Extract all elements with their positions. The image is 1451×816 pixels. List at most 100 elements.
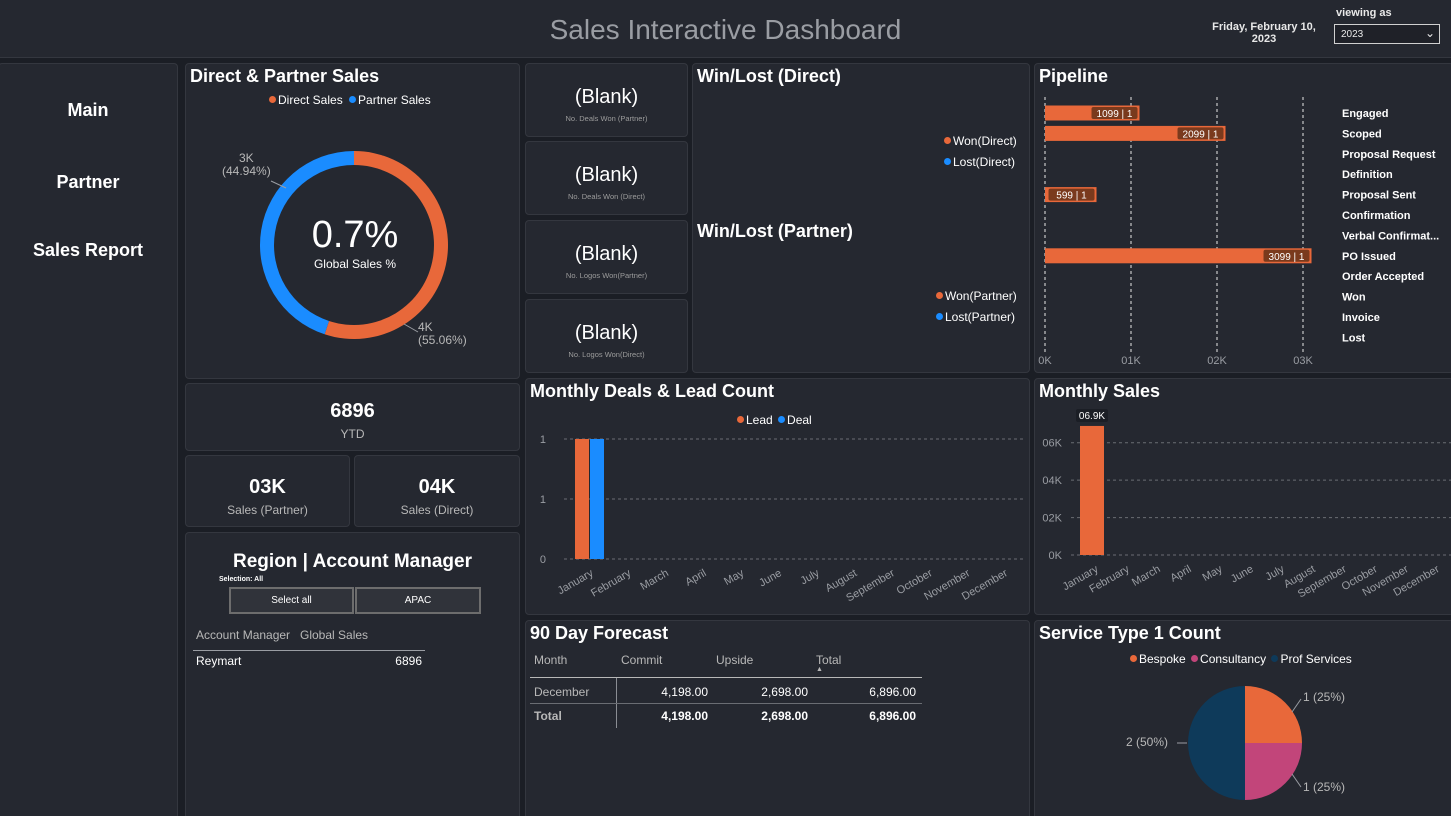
winlost-partner-legend: Won(Partner) Lost(Partner) <box>936 286 1017 328</box>
x-tick-label: March <box>638 567 670 593</box>
legend-dot-lost <box>936 313 943 321</box>
pie-slice-consultancy <box>1245 743 1302 800</box>
x-tick-label: 0K <box>1038 355 1052 367</box>
sales-partner-value: 03K <box>249 476 286 498</box>
card-value: (Blank) <box>574 243 639 265</box>
sales-direct-value: 04K <box>418 476 456 498</box>
legend-lost-direct: Lost(Direct) <box>953 155 1016 169</box>
x-tick-label: 03K <box>1293 355 1313 367</box>
table-row[interactable]: December 4,198.00 2,698.00 6,896.00 <box>526 679 926 703</box>
stage-label: Proposal Sent <box>1342 190 1416 202</box>
forecast-table: Month Commit Upside Total ▲ December 4,1… <box>526 621 1031 816</box>
stage-label: Definition <box>1342 169 1393 181</box>
sales-partner-card: 03K Sales (Partner) <box>185 455 350 527</box>
x-tick-label: April <box>683 567 708 588</box>
row-value: 6896 <box>395 654 422 668</box>
total-commit: 4,198.00 <box>661 709 708 723</box>
prof-services-slice-label: 2 (50%) <box>1126 735 1169 749</box>
apac-button[interactable]: APAC <box>355 587 481 614</box>
col-month[interactable]: Month <box>534 653 567 667</box>
table-row[interactable]: Reymart 6896 <box>196 654 424 670</box>
region-title: Region | Account Manager <box>233 551 472 572</box>
pie-slice-bespoke <box>1245 686 1302 743</box>
select-all-button[interactable]: Select all <box>229 587 354 614</box>
row-upside: 2,698.00 <box>761 685 808 699</box>
logos-won-direct-card: (Blank) No. Logos Won(Direct) <box>525 299 688 373</box>
nav-panel: Main Partner Sales Report <box>0 63 178 816</box>
ytd-label: YTD <box>340 427 365 441</box>
monthly-sales-chart: 06K04K02K0K06.9KJanuaryFebruaryMarch Apri… <box>1042 408 1451 601</box>
consultancy-slice-label: 1 (25%) <box>1303 780 1346 794</box>
winlost-partner-title: Win/Lost (Partner) <box>697 221 853 241</box>
monthly-sales-panel: Monthly Sales 06K 04K 02K 0K 06.9K January Feb… <box>1034 378 1451 615</box>
col-total[interactable]: Total <box>816 653 841 667</box>
direct-leader-line <box>403 323 419 333</box>
leader-line <box>1291 698 1302 713</box>
service-panel: Service Type 1 Count Bespoke Consultancy… <box>1034 620 1451 816</box>
total-upside: 2,698.00 <box>761 709 808 723</box>
card-label: No. Logos Won(Direct) <box>568 350 645 359</box>
sales-bar <box>1080 425 1104 555</box>
x-tick-label: May <box>1201 563 1225 584</box>
legend-won-direct: Won(Direct) <box>953 134 1017 148</box>
direct-partner-panel: Direct & Partner Sales Direct Sales Part… <box>185 63 520 379</box>
winlost-direct-legend: Won(Direct) Lost(Direct) <box>944 131 1017 173</box>
x-tick-label: May <box>722 567 746 588</box>
legend-lost-partner: Lost(Partner) <box>945 310 1016 324</box>
stage-label: Confirmation <box>1342 210 1411 222</box>
nav-item-main[interactable]: Main <box>0 100 177 121</box>
stage-label: Invoice <box>1342 312 1380 324</box>
direct-slice-pct: (55.06%) <box>418 333 467 347</box>
sales-direct-label: Sales (Direct) <box>400 503 474 517</box>
ytd-value: 6896 <box>330 400 375 422</box>
col-commit[interactable]: Commit <box>621 653 662 667</box>
bar-deal <box>590 439 604 559</box>
monthly-deals-panel: Monthly Deals & Lead Count Lead Deal 110… <box>525 378 1030 615</box>
x-tick-label: 01K <box>1121 355 1141 367</box>
bar-lead <box>575 439 589 559</box>
viewing-as-label: viewing as <box>1336 7 1392 19</box>
y-tick-label: 04K <box>1042 475 1062 487</box>
direct-slice-label: 4K (55.06%) <box>418 321 467 347</box>
header-bar: Sales Interactive Dashboard Friday, Febr… <box>0 0 1451 58</box>
card-value: (Blank) <box>574 322 639 344</box>
x-tick-label: February <box>589 567 634 600</box>
year-select-value: 2023 <box>1341 29 1364 40</box>
leader-line <box>1291 773 1302 788</box>
year-select[interactable]: 2023 ⌄ <box>1334 24 1440 44</box>
date-line-1: Friday, February 10, <box>1212 21 1316 33</box>
partner-slice-pct: (44.94%) <box>222 164 271 178</box>
row-name: Reymart <box>196 654 242 668</box>
winlost-direct-title: Win/Lost (Direct) <box>697 66 841 86</box>
y-tick-label: 06K <box>1042 438 1062 450</box>
region-panel: Region | Account Manager Selection: All … <box>185 532 520 816</box>
winlost-panel: Win/Lost (Direct) Won(Direct) Lost(Direc… <box>692 63 1030 373</box>
total-total: 6,896.00 <box>869 709 916 723</box>
monthly-deals-chart: 110JanuaryFebruary March April May June July A… <box>540 434 1026 605</box>
date-display: Friday, February 10, 2023 <box>1208 21 1320 45</box>
legend-dot-lost <box>944 158 951 166</box>
bar-data-label: 06.9K <box>1079 411 1105 422</box>
y-tick-label: 0K <box>1049 550 1063 562</box>
sort-asc-icon: ▲ <box>816 666 823 673</box>
bar-data-label: 2099 | 1 <box>1183 129 1219 140</box>
table-divider <box>193 650 425 651</box>
y-tick-label: 02K <box>1042 513 1062 525</box>
bar-data-label: 1099 | 1 <box>1097 109 1133 120</box>
header-divider <box>530 677 922 678</box>
table-total-row: Total 4,198.00 2,698.00 6,896.00 <box>526 704 926 728</box>
col-upside[interactable]: Upside <box>716 653 753 667</box>
x-tick-label: June <box>757 567 784 589</box>
card-value: (Blank) <box>574 86 639 108</box>
row-month: December <box>534 685 590 699</box>
nav-item-sales-report[interactable]: Sales Report <box>0 240 177 261</box>
service-pie-chart <box>1177 686 1302 800</box>
bar-data-label: 3099 | 1 <box>1269 252 1305 263</box>
donut-center-value: 0.7% <box>311 214 399 256</box>
col-global-sales: Global Sales <box>300 628 369 642</box>
stage-label: Order Accepted <box>1342 271 1424 283</box>
region-selection-text: Selection: All <box>219 576 264 583</box>
bespoke-slice-label: 1 (25%) <box>1303 690 1346 704</box>
nav-item-partner[interactable]: Partner <box>0 172 177 193</box>
col-account-manager: Account Manager <box>196 628 291 642</box>
